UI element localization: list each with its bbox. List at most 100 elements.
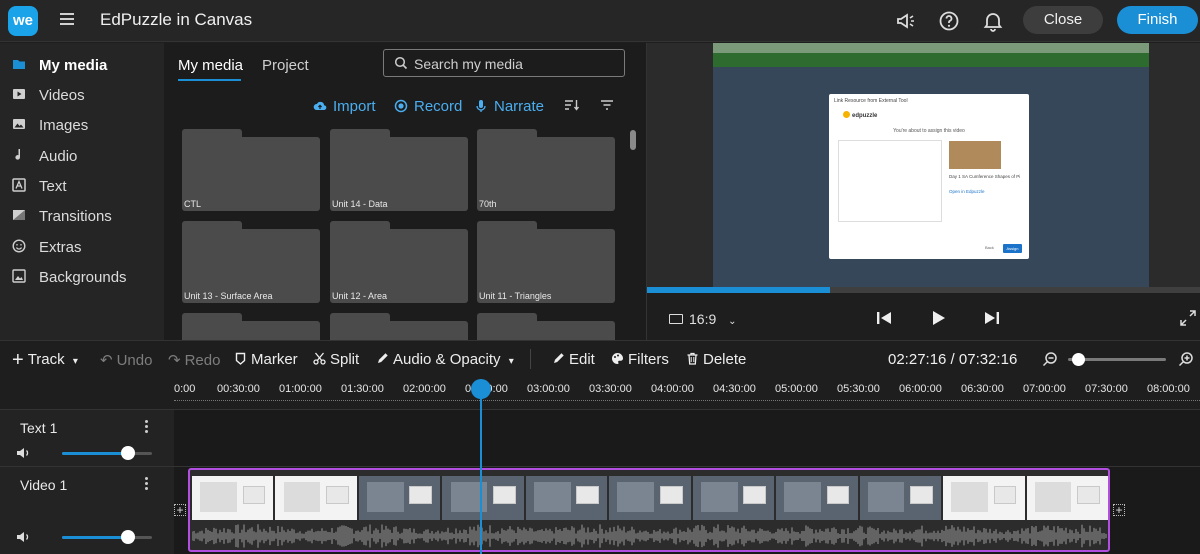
filters-button[interactable]: Filters: [611, 351, 669, 368]
aspect-ratio-value: 16:9: [689, 311, 717, 327]
play-button-icon[interactable]: [927, 307, 949, 329]
marker-button[interactable]: Marker: [234, 351, 298, 368]
aspect-ratio-icon: [669, 314, 683, 324]
preview-frame: Link Resource from External Tool edpuzzl…: [713, 43, 1149, 287]
ruler-tick: 03:00:00: [527, 383, 570, 395]
split-button[interactable]: Split: [313, 351, 359, 368]
ruler-tick: 00:30:00: [217, 383, 260, 395]
zoom-in-icon[interactable]: [1178, 351, 1194, 367]
chevron-down-icon: ⌄: [728, 316, 737, 327]
tab-my-media[interactable]: My media: [178, 57, 243, 74]
app-logo[interactable]: we: [8, 6, 38, 36]
tab-project[interactable]: Project: [262, 57, 309, 74]
narrate-button[interactable]: Narrate: [474, 98, 544, 115]
folder-item[interactable]: Unit 14 - Data: [330, 129, 468, 211]
video-clip[interactable]: [188, 468, 1110, 552]
folder-item[interactable]: CTL: [182, 129, 320, 211]
media-scrollbar[interactable]: [630, 130, 636, 150]
volume-slider-handle[interactable]: [120, 530, 135, 544]
folder-item[interactable]: Unit 13 - Surface Area: [182, 221, 320, 303]
video-thumbnail: [949, 141, 1001, 169]
sidebar-item-text[interactable]: Text: [0, 171, 164, 201]
announcement-icon[interactable]: [894, 9, 918, 33]
chevron-down-icon: ▾: [508, 356, 514, 367]
playhead-handle[interactable]: [471, 379, 491, 399]
sidebar-item-extras[interactable]: Extras: [0, 232, 164, 262]
skip-forward-icon[interactable]: [981, 307, 1003, 329]
zoom-slider[interactable]: [1068, 353, 1166, 366]
sidebar-item-label: Backgrounds: [39, 269, 127, 286]
folder-item[interactable]: [477, 313, 615, 340]
search-icon: [394, 56, 408, 70]
volume-icon[interactable]: [16, 530, 32, 544]
sidebar-item-backgrounds[interactable]: Backgrounds: [0, 262, 164, 292]
dialog-brand: edpuzzle: [843, 111, 877, 119]
edit-button[interactable]: Edit: [552, 351, 595, 368]
filter-icon[interactable]: [599, 98, 615, 112]
notification-bell-icon[interactable]: [981, 9, 1005, 33]
ruler-tick: 01:30:00: [341, 383, 384, 395]
redo-button[interactable]: ↷ Redo: [168, 351, 220, 369]
sidebar-item-images[interactable]: Images: [0, 110, 164, 140]
search-input[interactable]: Search my media: [383, 49, 625, 77]
track-lane-text-1[interactable]: [174, 409, 1200, 466]
ruler-tick: 01:00:00: [279, 383, 322, 395]
import-button[interactable]: Import: [313, 98, 376, 115]
track-name: Video 1: [20, 477, 68, 493]
dialog-back: Back: [985, 245, 994, 250]
delete-button[interactable]: Delete: [686, 351, 746, 368]
zoom-out-icon[interactable]: [1042, 351, 1058, 367]
sidebar-item-my-media[interactable]: My media: [0, 50, 164, 80]
track-menu-icon[interactable]: [145, 420, 149, 434]
add-track-button[interactable]: + Track ▾: [12, 350, 78, 370]
sidebar-item-videos[interactable]: Videos: [0, 80, 164, 110]
audio-opacity-button[interactable]: Audio & Opacity ▾: [376, 351, 514, 368]
sidebar-item-label: Extras: [39, 239, 82, 256]
ruler-tick: 06:30:00: [961, 383, 1004, 395]
close-button[interactable]: Close: [1023, 6, 1103, 34]
ruler-tick: 08:00:00: [1147, 383, 1190, 395]
undo-button[interactable]: ↶ Undo: [100, 351, 152, 369]
smiley-icon: [12, 239, 26, 253]
help-icon[interactable]: [937, 9, 961, 33]
filters-label: Filters: [628, 351, 669, 368]
redo-label: Redo: [184, 352, 221, 369]
folder-item[interactable]: [182, 313, 320, 340]
folder-item[interactable]: Unit 12 - Area: [330, 221, 468, 303]
folder-label: Unit 11 - Triangles: [479, 291, 552, 301]
preview-progress-bar[interactable]: [647, 287, 1200, 293]
zoom-slider-handle[interactable]: [1071, 353, 1085, 366]
fullscreen-icon[interactable]: [1179, 309, 1197, 327]
volume-icon[interactable]: [16, 446, 32, 460]
track-menu-icon[interactable]: [145, 477, 149, 491]
audio-waveform: [192, 524, 1107, 548]
volume-slider-handle[interactable]: [120, 446, 135, 460]
folder-item[interactable]: Unit 11 - Triangles: [477, 221, 615, 303]
timeline-toolbar: + Track ▾ ↶ Undo ↷ Redo Marker Split Audio …: [0, 340, 1200, 377]
record-icon: [394, 99, 408, 113]
sort-icon[interactable]: [564, 98, 580, 112]
folder-item[interactable]: [330, 313, 468, 340]
folder-item[interactable]: 70th: [477, 129, 615, 211]
folder-label: Unit 13 - Surface Area: [184, 291, 273, 301]
video-preview[interactable]: Link Resource from External Tool edpuzzl…: [647, 43, 1200, 287]
preview-progress-fill: [647, 287, 830, 293]
chevron-down-icon: ▾: [72, 356, 78, 367]
record-button[interactable]: Record: [394, 98, 462, 115]
dialog-heading: You're about to assign this video: [893, 128, 965, 134]
hamburger-menu-icon[interactable]: [60, 13, 74, 27]
volume-slider[interactable]: [62, 530, 152, 544]
aspect-ratio-select[interactable]: 16:9 ⌄: [669, 311, 737, 327]
timeline-ruler[interactable]: 0:00 00:30:00 01:00:00 01:30:00 02:00:00…: [0, 377, 1200, 409]
sidebar-item-transitions[interactable]: Transitions: [0, 201, 164, 231]
volume-slider[interactable]: [62, 446, 152, 460]
add-after-icon[interactable]: +: [1113, 504, 1125, 516]
split-label: Split: [330, 351, 360, 368]
sidebar-item-audio[interactable]: Audio: [0, 141, 164, 171]
clip-thumbnails: [192, 476, 1108, 520]
ruler-tick: 05:30:00: [837, 383, 880, 395]
skip-back-icon[interactable]: [873, 307, 895, 329]
finish-button[interactable]: Finish: [1117, 6, 1198, 34]
narrate-label: Narrate: [494, 98, 545, 115]
add-before-icon[interactable]: +: [174, 504, 186, 516]
